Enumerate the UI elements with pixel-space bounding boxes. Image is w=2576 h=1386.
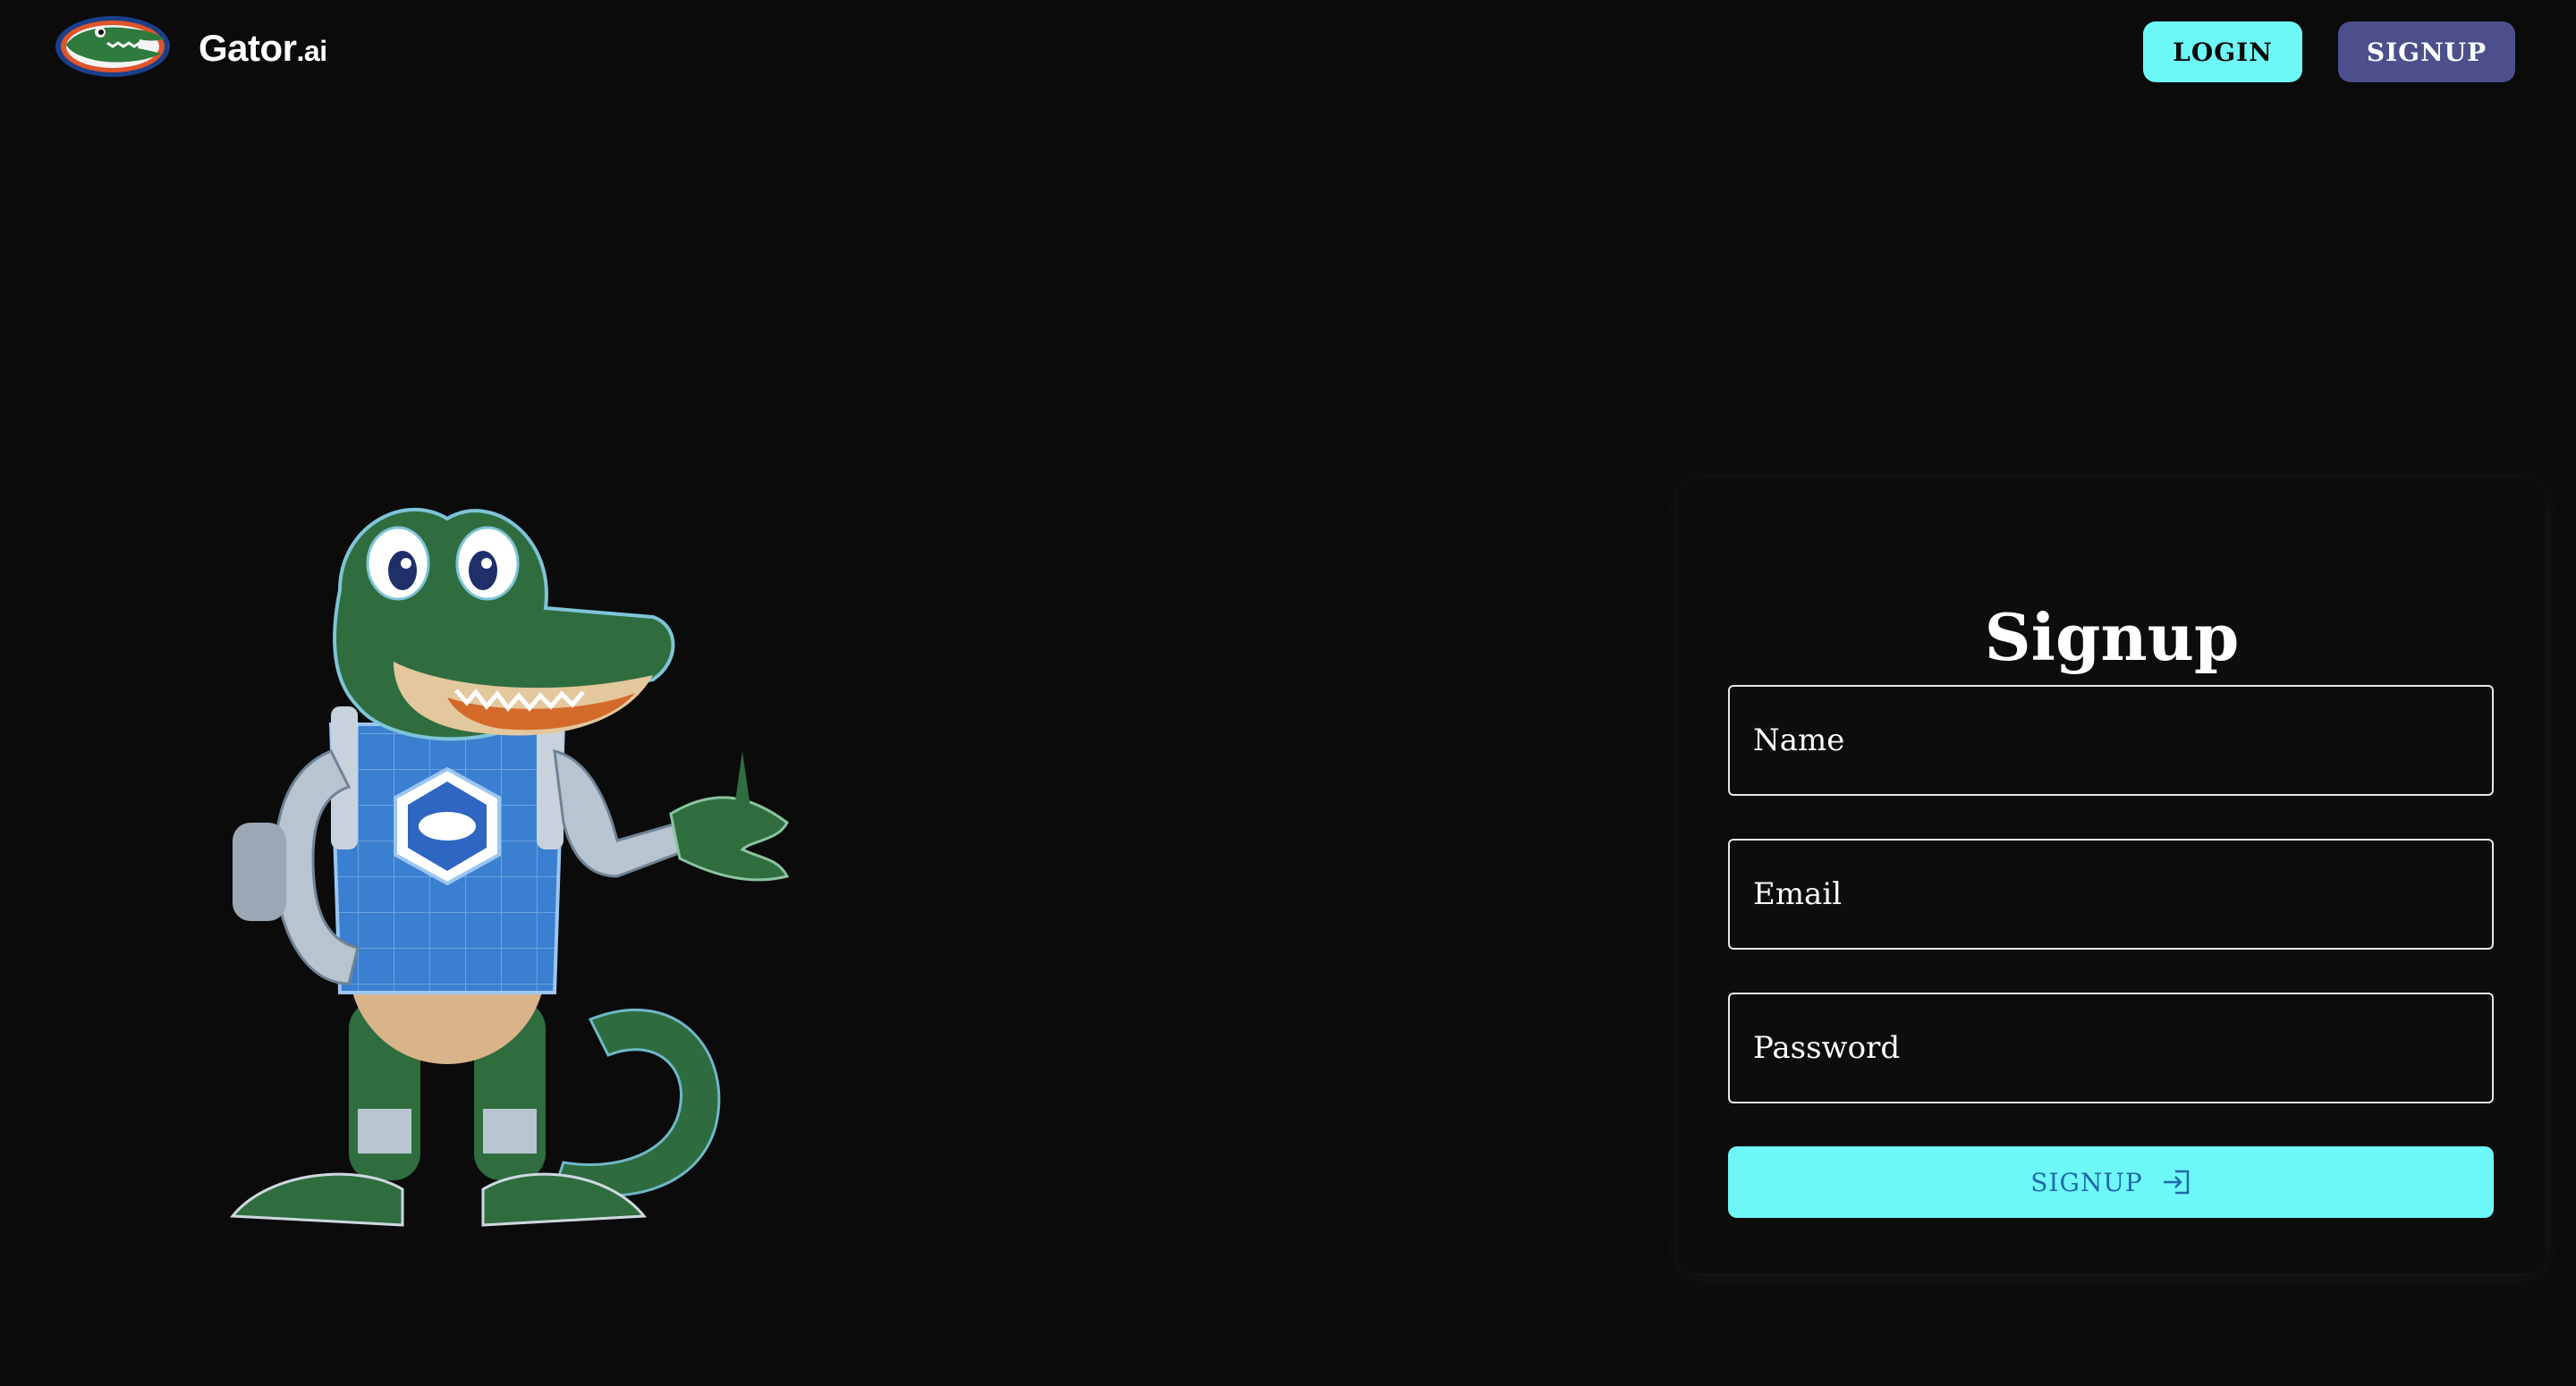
- top-bar: Gator.ai LOGIN SIGNUP: [0, 0, 2576, 104]
- signup-submit-label: SIGNUP: [2030, 1167, 2143, 1197]
- signup-nav-button[interactable]: SIGNUP: [2338, 21, 2515, 82]
- signup-submit-button[interactable]: SIGNUP: [1728, 1146, 2494, 1218]
- signup-card: Signup SIGNUP: [1678, 477, 2546, 1273]
- brand-name-suffix: .ai: [296, 35, 328, 67]
- name-field[interactable]: [1728, 685, 2494, 796]
- password-field[interactable]: [1728, 993, 2494, 1103]
- robot-gator-mascot-icon: [215, 483, 805, 1243]
- brand-name-main: Gator: [199, 27, 297, 69]
- login-button[interactable]: LOGIN: [2143, 21, 2302, 82]
- brand-name[interactable]: Gator.ai: [199, 27, 327, 70]
- gator-logo-icon[interactable]: [54, 13, 172, 80]
- signup-title: Signup: [1984, 599, 2240, 676]
- login-arrow-icon: [2161, 1169, 2191, 1196]
- email-field[interactable]: [1728, 839, 2494, 950]
